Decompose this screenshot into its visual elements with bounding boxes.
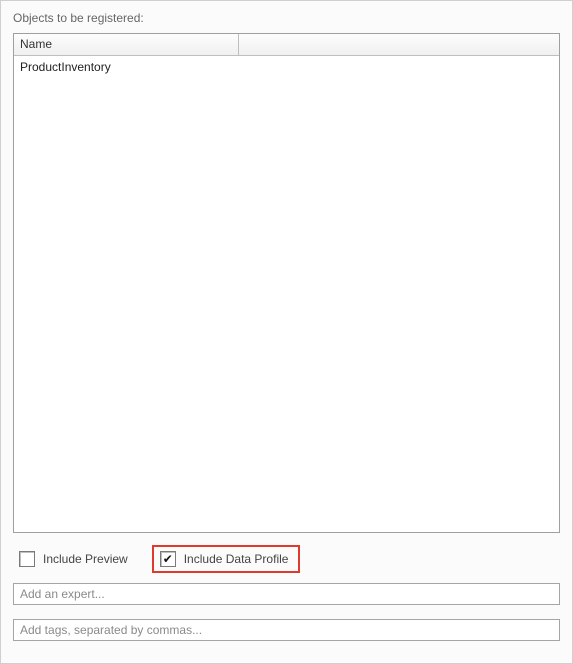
table-row[interactable]: ProductInventory — [20, 58, 553, 76]
include-data-profile-checkbox[interactable] — [160, 551, 176, 567]
include-preview-label: Include Preview — [43, 552, 128, 566]
table-body: ProductInventory — [14, 56, 559, 78]
include-preview-option[interactable]: Include Preview — [13, 548, 134, 570]
include-preview-checkbox[interactable] — [19, 551, 35, 567]
column-header-empty[interactable] — [239, 34, 559, 55]
add-tags-input[interactable] — [13, 619, 560, 641]
objects-table: Name ProductInventory — [13, 33, 560, 533]
column-header-name[interactable]: Name — [14, 34, 239, 55]
include-data-profile-option[interactable]: Include Data Profile — [152, 545, 301, 573]
table-header-row: Name — [14, 34, 559, 56]
add-expert-input[interactable] — [13, 583, 560, 605]
objects-to-register-label: Objects to be registered: — [13, 11, 560, 25]
options-row: Include Preview Include Data Profile — [13, 545, 560, 573]
include-data-profile-label: Include Data Profile — [184, 552, 289, 566]
